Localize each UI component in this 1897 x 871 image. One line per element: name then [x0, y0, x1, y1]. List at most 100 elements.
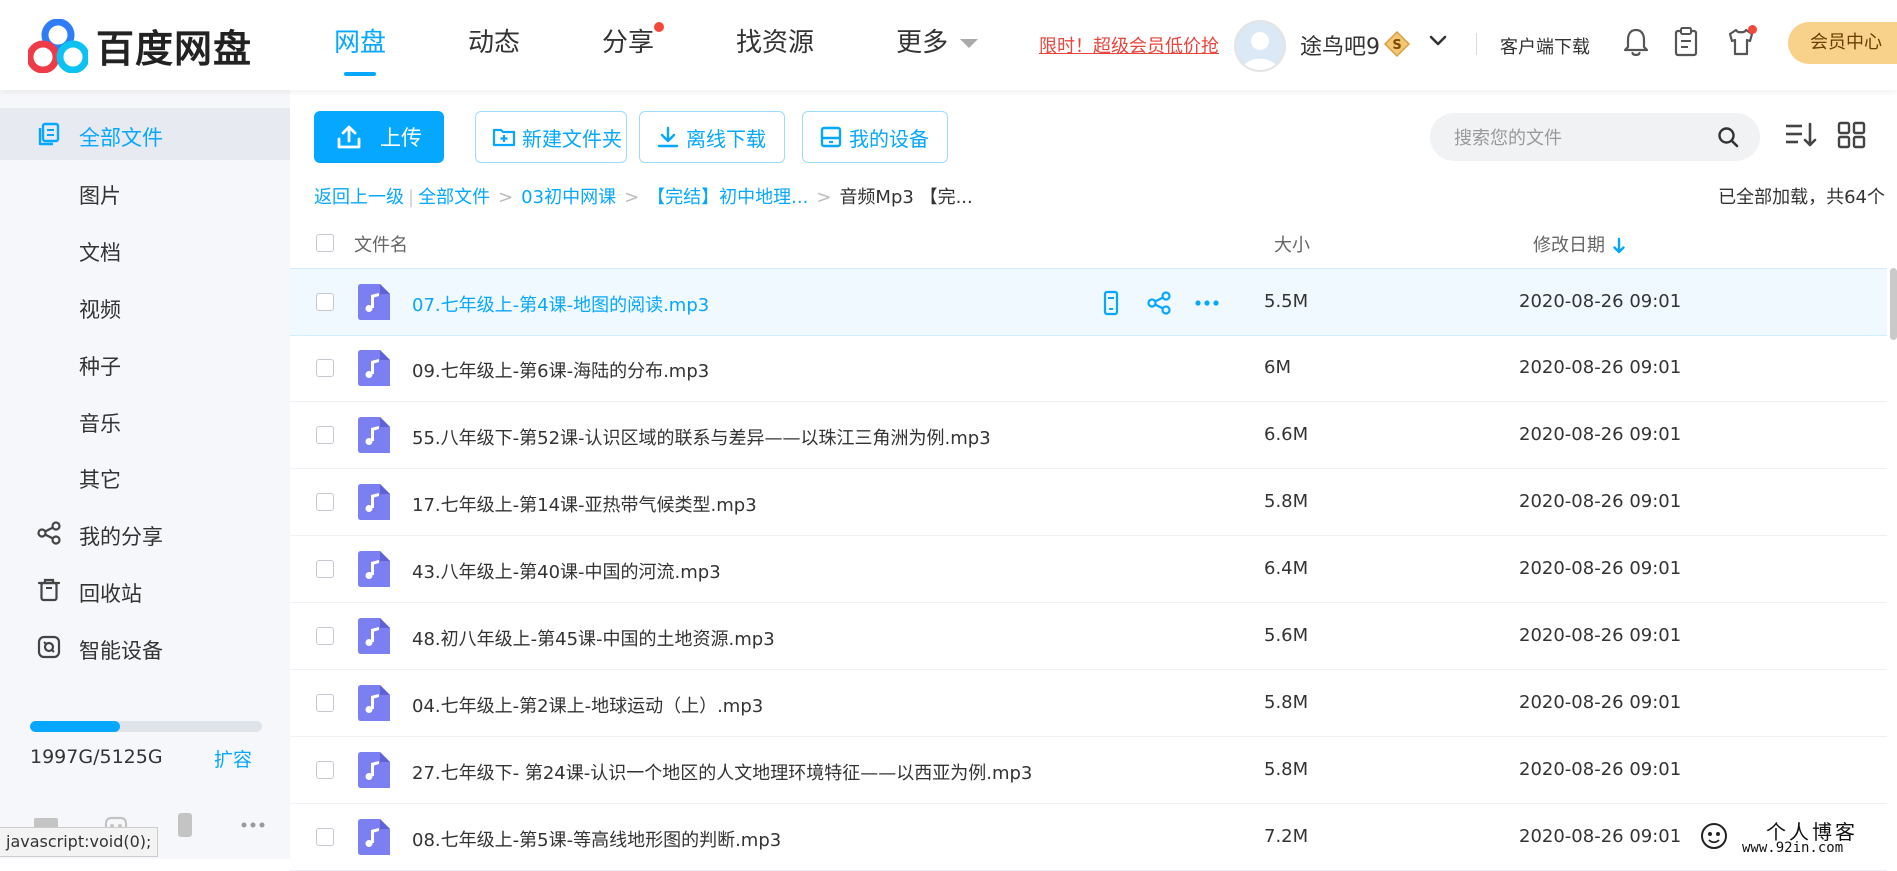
file-date: 2020-08-26 09:01 [1519, 491, 1682, 512]
share-icon[interactable] [1145, 289, 1173, 317]
sidebar-item-images[interactable]: 图片 [0, 166, 290, 218]
column-header-size[interactable]: 大小 [1274, 231, 1310, 257]
audio-file-icon [358, 284, 390, 320]
table-row[interactable]: 27.七年级下- 第24课-认识一个地区的人文地理环境特征——以西亚为例.mp3… [290, 737, 1887, 804]
app-logo-text: 百度网盘 [96, 27, 253, 71]
upload-button[interactable]: 上传 [314, 111, 444, 163]
nav-find-resources[interactable]: 找资源 [736, 0, 814, 90]
app-logo[interactable]: 百度网盘 [28, 18, 252, 73]
breadcrumb-separator: > [816, 187, 832, 208]
file-size: 5.6M [1264, 625, 1309, 646]
sidebar-item-my-share[interactable]: 我的分享 [0, 507, 290, 559]
nav-netdisk[interactable]: 网盘 [334, 0, 386, 90]
audio-file-icon [358, 417, 390, 453]
avatar[interactable] [1234, 20, 1286, 72]
svg-text:S: S [1392, 38, 1401, 53]
sidebar-item-documents[interactable]: 文档 [0, 223, 290, 275]
column-header-name[interactable]: 文件名 [354, 231, 408, 257]
sidebar-item-recycle-bin[interactable]: 回收站 [0, 564, 290, 616]
audio-file-icon [358, 551, 390, 587]
row-checkbox[interactable] [316, 761, 334, 779]
new-folder-icon [492, 128, 516, 147]
bell-icon[interactable] [1621, 26, 1651, 58]
nav-more[interactable]: 更多 [896, 0, 979, 90]
watermark-url: www.92in.com [1742, 840, 1844, 856]
search-input[interactable] [1452, 123, 1716, 153]
scrollbar-thumb[interactable] [1890, 268, 1897, 340]
my-devices-button-label: 我的设备 [849, 126, 929, 151]
table-row[interactable]: 43.八年级上-第40课-中国的河流.mp3 6.4M 2020-08-26 09:… [290, 536, 1887, 603]
sidebar-item-torrents[interactable]: 种子 [0, 337, 290, 389]
table-row[interactable]: 48.初八年级上-第45课-中国的土地资源.mp3 5.6M 2020-08-26 … [290, 603, 1887, 670]
member-center-button[interactable]: 会员中心 [1788, 22, 1897, 64]
breadcrumb-item[interactable]: 全部文件 [418, 187, 490, 208]
search-icon[interactable] [1716, 125, 1740, 149]
sort-down-arrow-icon [1613, 237, 1625, 254]
phone-icon[interactable] [170, 810, 200, 840]
scrollbar[interactable] [1890, 268, 1897, 859]
sidebar-item-all-files[interactable]: 全部文件 [0, 108, 290, 160]
row-checkbox[interactable] [316, 694, 334, 712]
table-row[interactable]: 08.七年级上-第5课-等高线地形图的判断.mp3 7.2M 2020-08-26 … [290, 804, 1887, 871]
file-name[interactable]: 07.七年级上-第4课-地图的阅读.mp3 [412, 291, 709, 317]
sidebar-item-music[interactable]: 音乐 [0, 394, 290, 446]
sort-list-icon[interactable] [1784, 120, 1818, 150]
breadcrumb-item[interactable]: 【完结】初中地理... [647, 187, 808, 208]
new-folder-button[interactable]: 新建文件夹 [475, 111, 627, 163]
nav-share[interactable]: 分享 [602, 0, 665, 90]
file-name[interactable]: 08.七年级上-第5课-等高线地形图的判断.mp3 [412, 826, 781, 852]
share-icon [37, 521, 61, 545]
storage-usage-text: 1997G/5125G [30, 746, 163, 768]
breadcrumb-item[interactable]: 03初中网课 [521, 187, 616, 208]
file-name[interactable]: 43.八年级上-第40课-中国的河流.mp3 [412, 558, 721, 584]
username[interactable]: 途鸟吧9 [1300, 29, 1380, 61]
row-checkbox[interactable] [316, 293, 334, 311]
table-row[interactable]: 17.七年级上-第14课-亚热带气候类型.mp3 5.8M 2020-08-26 0… [290, 469, 1887, 536]
breadcrumb-back-link[interactable]: 返回上一级 [314, 187, 404, 208]
file-size: 5.8M [1264, 491, 1309, 512]
vip-badge-icon: S [1383, 30, 1411, 58]
sidebar-item-videos[interactable]: 视频 [0, 280, 290, 332]
sidebar-item-other[interactable]: 其它 [0, 450, 290, 502]
table-row[interactable]: 04.七年级上-第2课上-地球运动（上）.mp3 5.8M 2020-08-26 0… [290, 670, 1887, 737]
new-folder-button-label: 新建文件夹 [522, 126, 622, 151]
column-header-date[interactable]: 修改日期 [1533, 231, 1627, 257]
select-all-checkbox[interactable] [316, 234, 334, 252]
file-name[interactable]: 48.初八年级上-第45课-中国的土地资源.mp3 [412, 625, 775, 651]
offline-download-button[interactable]: 离线下载 [639, 111, 785, 163]
table-row[interactable]: 55.八年级下-第52课-认识区域的联系与差异——以珠江三角洲为例.mp3 6.6… [290, 402, 1887, 469]
row-checkbox[interactable] [316, 359, 334, 377]
sidebar-item-smart-devices[interactable]: 智能设备 [0, 621, 290, 673]
baidu-netdisk-logo-icon [28, 18, 88, 73]
nav-feed[interactable]: 动态 [468, 0, 520, 90]
row-checkbox[interactable] [316, 828, 334, 846]
phone-icon[interactable] [1097, 289, 1125, 317]
expand-storage-link[interactable]: 扩容 [214, 745, 252, 772]
file-name[interactable]: 04.七年级上-第2课上-地球运动（上）.mp3 [412, 692, 763, 718]
row-checkbox[interactable] [316, 627, 334, 645]
file-name[interactable]: 55.八年级下-第52课-认识区域的联系与差异——以珠江三角洲为例.mp3 [412, 424, 991, 450]
promo-link[interactable]: 限时！超级会员低价抢 [1039, 32, 1219, 58]
more-icon[interactable] [238, 810, 268, 840]
row-checkbox[interactable] [316, 560, 334, 578]
file-name[interactable]: 09.七年级上-第6课-海陆的分布.mp3 [412, 357, 709, 383]
more-icon[interactable] [1193, 289, 1221, 317]
offline-download-button-label: 离线下载 [686, 126, 766, 151]
file-name[interactable]: 27.七年级下- 第24课-认识一个地区的人文地理环境特征——以西亚为例.mp3 [412, 759, 1032, 785]
table-row[interactable]: 09.七年级上-第6课-海陆的分布.mp3 6M 2020-08-26 09:01 [290, 335, 1887, 402]
clipboard-icon[interactable] [1671, 26, 1701, 58]
row-checkbox[interactable] [316, 493, 334, 511]
grid-view-icon[interactable] [1835, 120, 1869, 150]
client-download-link[interactable]: 客户端下载 [1500, 33, 1590, 59]
table-row[interactable]: 07.七年级上-第4课-地图的阅读.mp3 5.5M 2020-08-26 09:0… [290, 268, 1887, 336]
file-size: 5.8M [1264, 692, 1309, 713]
file-size: 5.5M [1264, 291, 1309, 312]
sidebar-item-label: 智能设备 [79, 639, 163, 663]
chevron-down-icon[interactable] [1427, 30, 1449, 52]
file-name[interactable]: 17.七年级上-第14课-亚热带气候类型.mp3 [412, 491, 757, 517]
row-checkbox[interactable] [316, 426, 334, 444]
sidebar-item-label: 我的分享 [79, 525, 163, 549]
breadcrumb-current: 音频Mp3 【完... [839, 187, 973, 208]
audio-file-icon [358, 350, 390, 386]
my-devices-button[interactable]: 我的设备 [802, 111, 948, 163]
